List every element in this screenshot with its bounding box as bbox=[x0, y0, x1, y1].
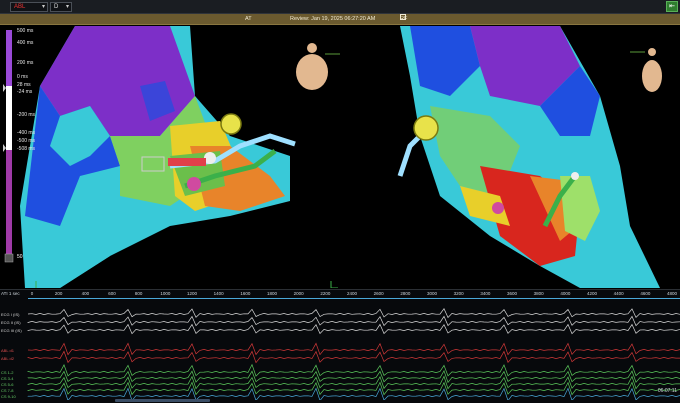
time-tick-label: 4800 bbox=[666, 291, 678, 296]
scale-vmax-label: 50 bbox=[17, 254, 23, 260]
right-chamber-map[interactable] bbox=[397, 26, 660, 288]
egm-trace bbox=[27, 350, 680, 364]
map-view[interactable] bbox=[0, 26, 680, 288]
egm-traces[interactable] bbox=[0, 300, 680, 400]
lead-label: ATI 1 sec bbox=[1, 291, 20, 296]
time-tick-label: 3800 bbox=[533, 291, 544, 296]
scale-label: 200 ms bbox=[17, 60, 34, 66]
electrogram-panel[interactable]: ATI 1 sec 0 200 400 600 800 1000 1200 1400 1600 1… bbox=[0, 289, 680, 403]
egm-trace bbox=[27, 323, 680, 335]
time-tick-label: 1400 bbox=[213, 291, 224, 296]
time-tick-label: 800 bbox=[134, 291, 143, 296]
time-tick-label: 4000 bbox=[560, 291, 571, 296]
exit-button[interactable]: ⇤ bbox=[666, 1, 678, 12]
scale-label: 500 ms bbox=[17, 28, 34, 34]
scale-label: 28 ms bbox=[17, 82, 31, 88]
horizontal-scrollbar[interactable] bbox=[115, 399, 210, 402]
time-tick-label: 3400 bbox=[480, 291, 491, 296]
scale-label: -400 ms bbox=[17, 130, 36, 136]
info-bar: AT Review: Jan 19, 2025 06:27:20 AM RF S… bbox=[0, 14, 680, 44]
map-select[interactable]: ABL ▾ bbox=[10, 2, 48, 12]
time-tick-label: 1800 bbox=[266, 291, 278, 296]
scale-label: -200 ms bbox=[17, 112, 36, 118]
top-toolbar: ABL ▾ D ▾ ⇤ bbox=[0, 0, 680, 14]
second-select-value: D bbox=[54, 4, 59, 10]
scale-gradient[interactable] bbox=[3, 26, 17, 264]
time-tick-label: 2400 bbox=[346, 291, 358, 296]
time-tick-label: 1000 bbox=[160, 291, 171, 296]
time-tick-label: 0 bbox=[30, 291, 34, 296]
anatomy-render[interactable] bbox=[0, 26, 680, 288]
torso-orientation-right-icon[interactable] bbox=[630, 48, 662, 92]
time-tick-label: 3200 bbox=[453, 291, 464, 296]
egm-trace bbox=[27, 315, 680, 327]
scale-label: -500 ms bbox=[17, 138, 36, 144]
chevron-down-icon: ▾ bbox=[65, 4, 69, 10]
time-tick-label: 2200 bbox=[320, 291, 331, 296]
scale-label: -508 ms bbox=[17, 146, 36, 152]
time-tick-label: 600 bbox=[108, 291, 116, 296]
time-tick-label: 2800 bbox=[400, 291, 411, 296]
time-tick-label: 2000 bbox=[293, 291, 304, 296]
time-tick-label: 1200 bbox=[186, 291, 198, 296]
time-tick-label: 4600 bbox=[640, 291, 651, 296]
chevron-down-icon: ▾ bbox=[41, 4, 45, 10]
scale-label: 400 ms bbox=[17, 40, 34, 46]
time-tick-label: 1600 bbox=[240, 291, 251, 296]
review-label: Review: Jan 19, 2025 06:27:20 AM bbox=[290, 16, 376, 22]
time-tick-label: 4400 bbox=[613, 291, 624, 296]
arrow-exit-icon: ⇤ bbox=[669, 3, 675, 10]
time-tick-label: 200 bbox=[54, 291, 63, 296]
egm-trace bbox=[27, 342, 680, 356]
second-select[interactable]: D ▾ bbox=[50, 2, 72, 12]
left-chamber-map[interactable] bbox=[20, 26, 296, 288]
time-tick-label: 3000 bbox=[426, 291, 438, 296]
time-tick-label: 400 bbox=[81, 291, 90, 296]
time-tick-label: 2600 bbox=[373, 291, 384, 296]
map-select-value: ABL bbox=[14, 4, 26, 10]
scale-label: 0 ms bbox=[17, 74, 28, 80]
time-tick-label: 3600 bbox=[506, 291, 518, 296]
time-readout: 06:07:11 bbox=[657, 388, 677, 394]
time-ruler[interactable]: 0 200 400 600 800 1000 1200 1400 1600 1800 2000 220… bbox=[28, 290, 680, 299]
time-tick-label: 4200 bbox=[586, 291, 598, 296]
egm-trace bbox=[27, 308, 680, 319]
torso-orientation-left-icon[interactable] bbox=[296, 43, 340, 90]
scale-label: -24 ms bbox=[17, 89, 33, 95]
activation-scale-bar[interactable]: 500 ms 400 ms 200 ms 0 ms 28 ms -24 ms -… bbox=[0, 26, 36, 264]
mode-label: AT bbox=[245, 16, 252, 22]
